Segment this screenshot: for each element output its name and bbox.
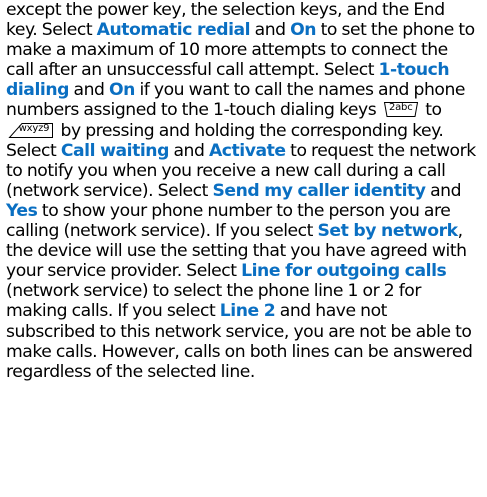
term-automatic-redial: Automatic redial bbox=[96, 20, 251, 41]
term-call-waiting: Call waiting bbox=[60, 140, 170, 161]
term-line-2: Line 2 bbox=[219, 301, 276, 322]
text-run: and bbox=[425, 180, 462, 201]
key-wxyz9-icon: wxyz9 bbox=[8, 122, 54, 139]
term-set-by-network: Set by network bbox=[317, 221, 458, 242]
text-run: and bbox=[168, 140, 209, 161]
key-label: 2abc bbox=[388, 102, 413, 114]
term-yes: Yes bbox=[6, 200, 38, 221]
term-line-for-outgoing-calls: Line for outgoing calls bbox=[241, 261, 447, 282]
term-activate: Activate bbox=[208, 140, 286, 161]
term-send-my-caller-identity: Send my caller identity bbox=[212, 180, 426, 201]
document-page: except the power key, the selection keys… bbox=[0, 0, 487, 497]
term-on: On bbox=[290, 20, 317, 41]
text-run: and bbox=[68, 80, 109, 101]
term-on: On bbox=[108, 80, 135, 101]
text-run: and bbox=[250, 20, 291, 41]
key-label: wxyz9 bbox=[18, 122, 50, 134]
settings-paragraph: except the power key, the selection keys… bbox=[6, 0, 477, 382]
key-2abc-icon: 2abc bbox=[383, 101, 419, 118]
text-run: to bbox=[420, 100, 442, 121]
